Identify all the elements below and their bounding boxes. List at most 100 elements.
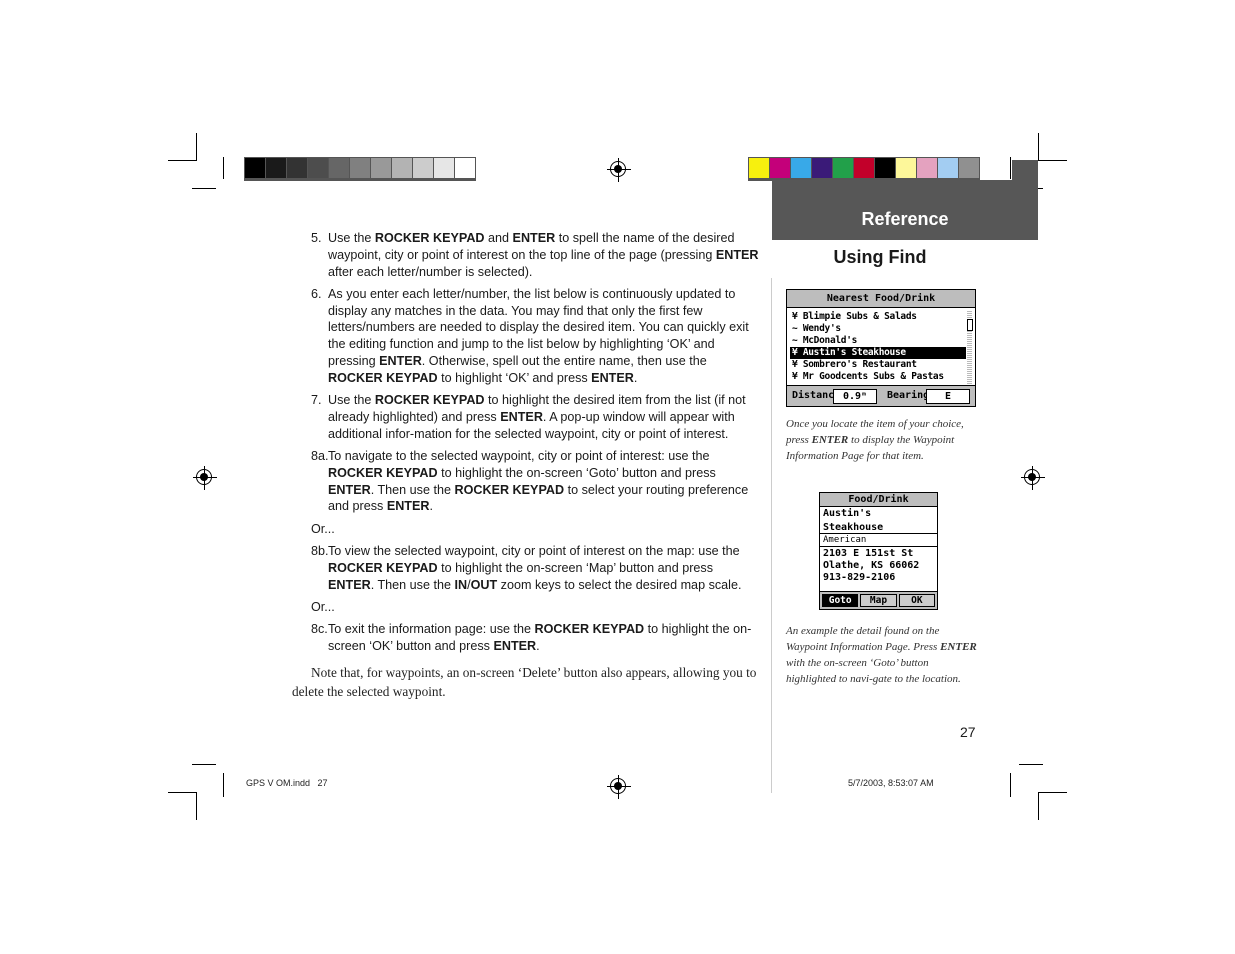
step-text: To navigate to the selected waypoint, ci… bbox=[328, 449, 749, 514]
fork-knife-icon: ¥ bbox=[792, 359, 803, 370]
registration-mark-icon bbox=[607, 775, 631, 799]
scrollbar-thumb[interactable] bbox=[967, 319, 973, 331]
crop-mark bbox=[1039, 160, 1067, 161]
poi-list-item[interactable]: ¥ Sombrero's Restaurant bbox=[790, 359, 966, 371]
crop-mark bbox=[196, 792, 197, 820]
bearing-label: Bearing bbox=[887, 390, 930, 401]
step-item: 7. Use the ROCKER KEYPAD to highlight the… bbox=[311, 392, 759, 442]
crop-mark bbox=[1039, 792, 1067, 793]
registration-mark-icon bbox=[193, 466, 217, 490]
gray-swatch bbox=[434, 158, 454, 178]
poi-list-item[interactable]: ~ Wendy's bbox=[790, 323, 966, 335]
screen-button-row: Goto Map OK bbox=[820, 591, 937, 609]
fork-knife-icon: ¥ bbox=[792, 371, 803, 382]
step-number: 8a. bbox=[311, 449, 329, 464]
crop-mark bbox=[1019, 764, 1043, 765]
gray-swatch bbox=[245, 158, 265, 178]
subsection-title: Using Find bbox=[833, 247, 927, 267]
color-swatch bbox=[959, 158, 979, 178]
step-text: As you enter each letter/number, the lis… bbox=[328, 286, 749, 385]
screen-button-ok[interactable]: OK bbox=[898, 594, 935, 607]
or-separator: Or... bbox=[311, 521, 335, 536]
gray-swatch bbox=[329, 158, 349, 178]
fast-food-icon: ~ bbox=[792, 323, 803, 334]
crop-mark bbox=[196, 133, 197, 161]
step-text: Use the ROCKER KEYPAD and ENTER to spell… bbox=[328, 231, 759, 279]
crop-mark bbox=[1010, 773, 1011, 797]
color-swatch bbox=[749, 158, 769, 178]
crop-mark bbox=[1010, 157, 1011, 179]
step-item: 8b. To view the selected waypoint, city o… bbox=[311, 543, 759, 593]
step-number: 7. bbox=[311, 393, 322, 408]
column-divider bbox=[771, 278, 772, 793]
step-text: Use the ROCKER KEYPAD to highlight the d… bbox=[328, 393, 746, 441]
screen-button-goto[interactable]: Goto bbox=[822, 594, 859, 607]
scrollbar[interactable] bbox=[967, 311, 973, 384]
crop-mark bbox=[223, 157, 224, 179]
crop-mark bbox=[168, 160, 196, 161]
registration-mark-icon bbox=[607, 158, 631, 182]
color-calibration-bar bbox=[748, 157, 980, 181]
poi-label: Sombrero's Restaurant bbox=[802, 359, 917, 370]
registration-mark-icon bbox=[1021, 466, 1045, 490]
color-swatch bbox=[917, 158, 937, 178]
poi-list-item[interactable]: ~ McDonald's bbox=[790, 335, 966, 347]
screen-button-map[interactable]: Map bbox=[860, 594, 897, 607]
section-title: Reference bbox=[861, 209, 949, 229]
color-swatch bbox=[770, 158, 790, 178]
crop-mark bbox=[192, 188, 216, 189]
reference-tab-extension bbox=[1012, 160, 1038, 182]
color-swatch bbox=[938, 158, 958, 178]
gray-swatch bbox=[455, 158, 475, 178]
gray-swatch bbox=[287, 158, 307, 178]
poi-name: Austin's Steakhouse bbox=[820, 507, 937, 534]
poi-list-item[interactable]: ¥ Austin's Steakhouse bbox=[790, 347, 966, 359]
step-text: To exit the information page: use the RO… bbox=[328, 622, 752, 654]
bearing-value: E bbox=[926, 389, 970, 404]
crop-mark bbox=[1038, 133, 1039, 161]
gray-swatch bbox=[371, 158, 391, 178]
fork-knife-icon: ¥ bbox=[792, 347, 803, 358]
grayscale-calibration-bar bbox=[244, 157, 476, 181]
distance-value: 0.9ᵐ bbox=[833, 389, 877, 404]
step-item: 8c. To exit the information page: use the… bbox=[311, 621, 759, 655]
poi-label: Wendy's bbox=[802, 323, 841, 334]
gray-swatch bbox=[266, 158, 286, 178]
screen-footer: Distance 0.9ᵐ Bearing E bbox=[787, 385, 975, 406]
color-swatch bbox=[854, 158, 874, 178]
gray-swatch bbox=[392, 158, 412, 178]
step-number: 6. bbox=[311, 286, 322, 301]
poi-label: Mr Goodcents Subs & Pastas bbox=[802, 371, 944, 382]
poi-label: McDonald's bbox=[802, 335, 858, 346]
poi-category: American bbox=[820, 534, 937, 547]
step-number: 5. bbox=[311, 231, 322, 245]
poi-list-item[interactable]: ¥ Mr Goodcents Subs & Pastas bbox=[790, 371, 966, 383]
color-swatch bbox=[896, 158, 916, 178]
fast-food-icon: ~ bbox=[792, 335, 803, 346]
address-line: 2103 E 151st St bbox=[823, 548, 914, 559]
step-item: 8a. To navigate to the selected waypoint,… bbox=[311, 448, 759, 515]
note-paragraph: Note that, for waypoints, an on-screen ‘… bbox=[292, 665, 757, 699]
color-swatch bbox=[791, 158, 811, 178]
page-number: 27 bbox=[960, 724, 976, 740]
gray-swatch bbox=[413, 158, 433, 178]
color-swatch bbox=[833, 158, 853, 178]
fork-knife-icon: ¥ bbox=[792, 311, 803, 322]
screen-title: Nearest Food/Drink bbox=[787, 290, 975, 308]
poi-label: Austin's Steakhouse bbox=[802, 347, 906, 358]
poi-list-item[interactable]: ¥ Blimpie Subs & Salads bbox=[790, 311, 966, 323]
color-swatch bbox=[875, 158, 895, 178]
screen1-caption: Once you locate the item of your choice,… bbox=[786, 418, 964, 462]
or-separator: Or... bbox=[311, 599, 335, 614]
instruction-steps: 5. Use the ROCKER KEYPAD and ENTER to spe… bbox=[311, 230, 759, 660]
address-line: Olathe, KS 66062 bbox=[823, 560, 920, 571]
crop-mark bbox=[168, 792, 196, 793]
crop-mark bbox=[223, 773, 224, 797]
address-line: 913-829-2106 bbox=[823, 572, 896, 583]
screen-title: Food/Drink bbox=[820, 493, 937, 507]
poi-list: ¥ Blimpie Subs & Salads ~ Wendy's ~ McDona… bbox=[790, 311, 966, 383]
crop-mark bbox=[1038, 792, 1039, 820]
gray-swatch bbox=[308, 158, 328, 178]
step-item: 6. As you enter each letter/number, the l… bbox=[311, 286, 759, 387]
poi-address: 2103 E 151st St Olathe, KS 66062 913-829-2… bbox=[820, 547, 937, 584]
